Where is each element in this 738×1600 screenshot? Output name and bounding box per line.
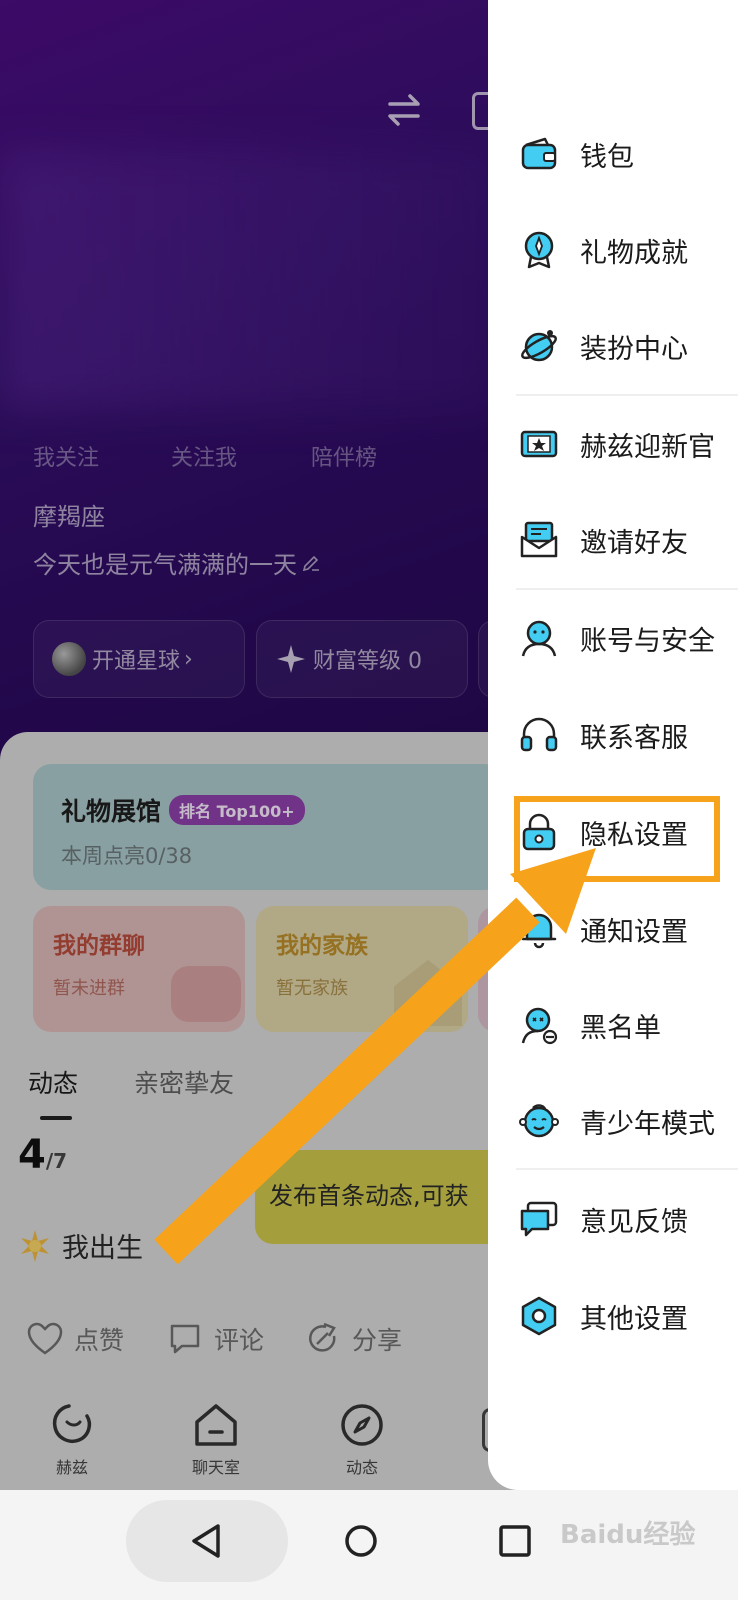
- menu-item-hezi-greeter[interactable]: 赫兹迎新官: [488, 408, 738, 480]
- menu-item-other-settings[interactable]: 其他设置: [488, 1280, 738, 1352]
- home-circle-icon[interactable]: [336, 1516, 386, 1566]
- menu-item-notification-settings[interactable]: 通知设置: [488, 893, 738, 965]
- menu-label-other-settings: 其他设置: [580, 1303, 688, 1335]
- menu-divider: [516, 394, 738, 396]
- menu-item-feedback[interactable]: 意见反馈: [488, 1183, 738, 1255]
- blocked-user-icon: [521, 1007, 558, 1045]
- achievement-medal-icon: [524, 231, 554, 269]
- menu-item-customer-service[interactable]: 联系客服: [488, 699, 738, 771]
- menu-label-gift-achievement: 礼物成就: [580, 237, 688, 269]
- menu-label-blacklist: 黑名单: [580, 1012, 661, 1044]
- menu-item-gift-achievement[interactable]: 礼物成就: [488, 214, 738, 286]
- menu-label-account-security: 账号与安全: [580, 625, 715, 657]
- menu-label-invite-friends: 邀请好友: [580, 527, 688, 559]
- back-triangle-icon[interactable]: [182, 1516, 232, 1566]
- settings-hexagon-icon: [521, 1296, 557, 1336]
- menu-label-notification-settings: 通知设置: [580, 916, 688, 948]
- menu-item-blacklist[interactable]: 黑名单: [488, 989, 738, 1061]
- baidu-watermark: Baidu经验: [560, 1520, 696, 1550]
- system-nav-bar: Baidu经验: [0, 1490, 738, 1600]
- menu-item-teen-mode[interactable]: 青少年模式: [488, 1085, 738, 1157]
- menu-label-hezi-greeter: 赫兹迎新官: [580, 431, 715, 463]
- menu-divider: [516, 1168, 738, 1170]
- menu-label-feedback: 意见反馈: [580, 1206, 688, 1238]
- side-drawer-menu: 钱包 礼物成就 装扮中心 赫兹迎新官 邀请好友 账号与安全 联系客服 隐私设置 …: [488, 0, 738, 1490]
- wallet-icon: [521, 137, 557, 170]
- feedback-chat-icon: [520, 1201, 558, 1237]
- menu-item-wallet[interactable]: 钱包: [488, 118, 738, 190]
- headset-icon: [520, 717, 558, 752]
- account-user-icon: [521, 620, 557, 657]
- menu-divider: [516, 588, 738, 590]
- menu-item-invite-friends[interactable]: 邀请好友: [488, 504, 738, 576]
- invite-envelope-icon: [520, 521, 558, 558]
- ticket-star-icon: [520, 430, 558, 458]
- menu-label-customer-service: 联系客服: [580, 722, 688, 754]
- recent-apps-icon[interactable]: [490, 1516, 540, 1566]
- menu-item-dress-up[interactable]: 装扮中心: [488, 310, 738, 382]
- bell-icon: [521, 913, 557, 949]
- menu-item-account-security[interactable]: 账号与安全: [488, 602, 738, 674]
- menu-label-teen-mode: 青少年模式: [580, 1108, 715, 1140]
- menu-label-dress-up: 装扮中心: [580, 333, 688, 365]
- menu-label-wallet: 钱包: [580, 141, 634, 173]
- dress-up-planet-icon: [521, 330, 557, 362]
- privacy-highlight-box: [514, 796, 720, 882]
- child-face-icon: [519, 1104, 559, 1138]
